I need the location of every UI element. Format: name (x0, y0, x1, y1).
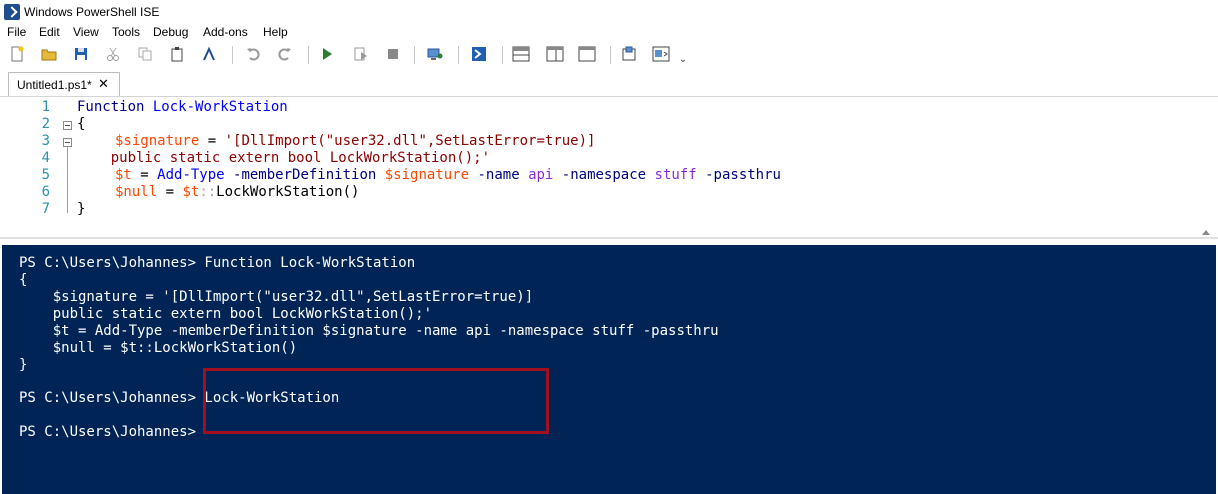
powershell-app-icon (4, 4, 20, 20)
code-line-2: { (77, 116, 85, 133)
variable: $t (115, 167, 132, 183)
parameter: -memberDefinition (224, 167, 385, 183)
new-script-icon[interactable] (8, 45, 26, 63)
operator: = (199, 133, 225, 149)
code-line-3: $signature = '[DllImport("user32.dll",Se… (115, 133, 595, 150)
code-line-1: Function Lock-WorkStation (77, 99, 288, 116)
paste-icon[interactable] (168, 45, 186, 63)
code-line-4: public static extern bool LockWorkStatio… (77, 150, 490, 167)
variable: $null (115, 184, 158, 200)
line-number: 2 (41, 116, 50, 132)
menu-help[interactable]: Help (263, 25, 288, 39)
toolbar: ⌄ (0, 42, 1218, 68)
toolbar-separator (232, 46, 233, 64)
string: public static extern bool LockWorkStatio… (77, 150, 491, 166)
argument: stuff (654, 167, 697, 183)
stop-icon[interactable] (384, 45, 402, 63)
menu-add-ons[interactable]: Add-ons (203, 25, 248, 39)
variable: $t (182, 184, 200, 200)
save-icon[interactable] (72, 45, 90, 63)
copy-icon[interactable] (136, 45, 154, 63)
undo-icon[interactable] (244, 45, 262, 63)
show-command-addon-icon[interactable] (652, 45, 670, 63)
menu-debug[interactable]: Debug (153, 25, 188, 39)
start-powershell-icon[interactable] (470, 45, 488, 63)
console-line: } (19, 357, 28, 373)
menu-bar: File Edit View Tools Debug Add-ons Help (0, 24, 1218, 42)
menu-file[interactable]: File (7, 25, 26, 39)
collapse-pane-icon[interactable] (1202, 229, 1210, 235)
brace: } (77, 201, 86, 217)
show-script-right-icon[interactable] (546, 45, 564, 63)
new-remote-tab-icon[interactable] (426, 45, 444, 63)
argument: api (528, 167, 554, 183)
console-line: PS C:\Users\Johannes> Function Lock-Work… (19, 255, 416, 271)
method-call: LockWorkStation() (216, 184, 360, 200)
parameter: -namespace (553, 167, 655, 183)
show-script-top-icon[interactable] (512, 45, 530, 63)
collapse-toggle-icon[interactable] (63, 138, 72, 147)
line-number: 1 (41, 99, 50, 115)
toolbar-overflow-icon[interactable]: ⌄ (678, 50, 688, 68)
console-line: { (19, 272, 28, 288)
run-selection-icon[interactable] (352, 45, 370, 63)
console-line: $signature = '[DllImport("user32.dll",Se… (19, 289, 534, 305)
menu-tools[interactable]: Tools (112, 25, 140, 39)
console-line: $null = $t::LockWorkStation() (19, 340, 298, 356)
variable: $signature (115, 133, 200, 149)
parameter: -name (469, 167, 529, 183)
line-number: 5 (41, 167, 50, 183)
operator: = (131, 167, 158, 183)
line-number: 7 (41, 201, 50, 217)
console-line: $t = Add-Type -memberDefinition $signatu… (19, 323, 719, 339)
show-command-window-icon[interactable] (620, 45, 638, 63)
line-number: 3 (41, 133, 50, 149)
code-line-6: $null = $t::LockWorkStation() (115, 184, 359, 201)
redo-icon[interactable] (276, 45, 294, 63)
string: '[DllImport("user32.dll",SetLastError=tr… (224, 133, 596, 149)
cmdlet: Add-Type (157, 167, 225, 183)
function-name: Lock-WorkStation (152, 99, 288, 115)
open-folder-icon[interactable] (40, 45, 58, 63)
keyword: Function (77, 99, 145, 115)
fold-guide (67, 147, 68, 213)
code-line-5: $t = Add-Type -memberDefinition $signatu… (115, 167, 781, 184)
title-bar: Windows PowerShell ISE (0, 0, 1218, 24)
line-number: 6 (41, 184, 50, 200)
static-operator: :: (199, 184, 217, 200)
show-script-max-icon[interactable] (578, 45, 596, 63)
pane-splitter[interactable] (0, 227, 1218, 239)
code-line-7: } (77, 201, 85, 218)
toolbar-separator (458, 46, 459, 64)
toolbar-separator (610, 46, 611, 64)
console-prompt: PS C:\Users\Johannes> (19, 424, 197, 440)
toolbar-separator (502, 46, 503, 64)
operator: = (157, 184, 183, 200)
window-title: Windows PowerShell ISE (24, 5, 160, 19)
variable: $signature (384, 167, 470, 183)
menu-view[interactable]: View (73, 25, 99, 39)
menu-edit[interactable]: Edit (39, 25, 60, 39)
collapse-toggle-icon[interactable] (63, 121, 72, 130)
splitter-grip (0, 237, 1218, 239)
close-tab-icon[interactable]: ✕ (98, 76, 109, 92)
script-editor[interactable]: 1 2 3 4 5 6 7 Function Lock-WorkStation … (0, 97, 1218, 227)
toolbar-separator (414, 46, 415, 64)
run-script-icon[interactable] (318, 45, 336, 63)
parameter: -passthru (696, 167, 781, 183)
line-number: 4 (41, 150, 50, 166)
clear-console-icon[interactable] (200, 45, 218, 63)
script-tab-strip: Untitled1.ps1* ✕ (0, 70, 1218, 97)
console-pane[interactable]: PS C:\Users\Johannes> Function Lock-Work… (2, 245, 1216, 494)
console-line: public static extern bool LockWorkStatio… (19, 306, 433, 322)
tab-untitled1[interactable]: Untitled1.ps1* ✕ (8, 72, 120, 96)
cut-icon[interactable] (104, 45, 122, 63)
highlight-annotation-box (203, 368, 549, 434)
toolbar-separator (308, 46, 309, 64)
brace: { (77, 116, 86, 132)
tab-label: Untitled1.ps1* (17, 78, 92, 92)
